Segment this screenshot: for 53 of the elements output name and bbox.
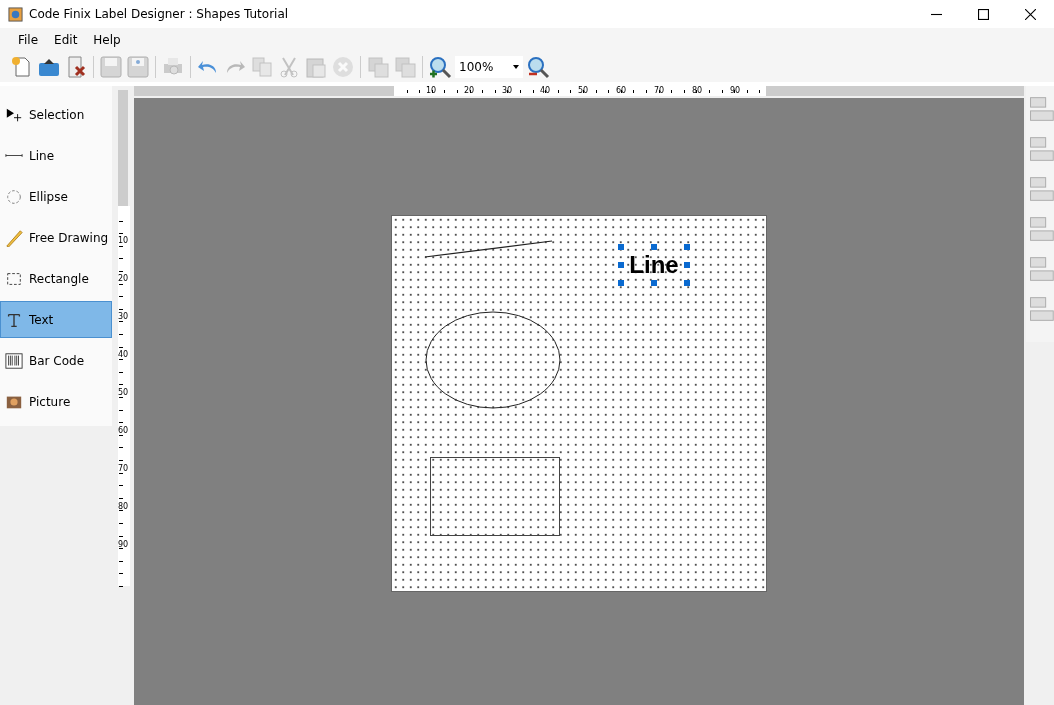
- selection-handle[interactable]: [684, 280, 690, 286]
- menu-item[interactable]: File: [12, 31, 45, 49]
- rectangle-shape[interactable]: [430, 457, 560, 536]
- zoom-out-icon[interactable]: [526, 55, 550, 79]
- selection-handle[interactable]: [618, 280, 624, 286]
- ruler-label: 50: [118, 388, 129, 398]
- tool-item[interactable]: Rectangle: [0, 260, 112, 297]
- ellipse-shape[interactable]: [425, 311, 561, 409]
- ruler-label: 90: [118, 540, 129, 550]
- menu-item[interactable]: Edit: [48, 31, 84, 49]
- ruler-label: 60: [118, 426, 129, 436]
- selection-handle[interactable]: [684, 244, 690, 250]
- ruler-label: 80: [692, 86, 703, 96]
- selection-handle[interactable]: [651, 244, 657, 250]
- ruler-label: 50: [578, 86, 589, 96]
- ruler-label: 70: [654, 86, 665, 96]
- pencil-icon: [5, 228, 23, 247]
- selection-handle[interactable]: [684, 262, 690, 268]
- tool-item[interactable]: Free Drawing: [0, 219, 112, 256]
- tool-item[interactable]: Line: [0, 137, 112, 174]
- app-logo-icon: [8, 6, 23, 22]
- caret-icon: [513, 65, 519, 69]
- line-icon: [5, 154, 23, 157]
- zoom-in-icon[interactable]: [428, 55, 452, 79]
- menu-item[interactable]: Help: [87, 31, 127, 49]
- scrollbar[interactable]: [118, 90, 128, 206]
- selection-handle[interactable]: [618, 244, 624, 250]
- selection-handle[interactable]: [618, 262, 624, 268]
- ruler-label: 20: [118, 274, 129, 284]
- ruler-label: 10: [118, 236, 129, 246]
- ruler-label: 80: [118, 502, 129, 512]
- line-shape[interactable]: [424, 240, 554, 259]
- barcode-icon: [5, 351, 23, 370]
- ruler-label: 30: [502, 86, 513, 96]
- tool-item[interactable]: Bar Code: [0, 342, 112, 379]
- ruler-label: 60: [616, 86, 627, 96]
- ruler-label: 20: [464, 86, 475, 96]
- zoom-dropdown[interactable]: 100%: [455, 56, 523, 78]
- text-object[interactable]: Line: [629, 251, 679, 279]
- selection-handle[interactable]: [651, 280, 657, 286]
- ruler-label: 90: [730, 86, 741, 96]
- ellipse-icon: [5, 187, 23, 206]
- ruler-label: 70: [118, 464, 129, 474]
- maximize-icon[interactable]: [978, 8, 989, 20]
- tool-item[interactable]: Ellipse: [0, 178, 112, 215]
- close-icon[interactable]: [1025, 8, 1036, 20]
- tool-item[interactable]: Text: [0, 301, 112, 338]
- ruler-label: 30: [118, 312, 129, 322]
- tool-item[interactable]: Selection: [0, 96, 112, 133]
- ruler-label: 40: [118, 350, 129, 360]
- tool-item[interactable]: Picture: [0, 383, 112, 420]
- ruler-label: 40: [540, 86, 551, 96]
- window-title: Code Finix Label Designer : Shapes Tutorial: [29, 7, 289, 21]
